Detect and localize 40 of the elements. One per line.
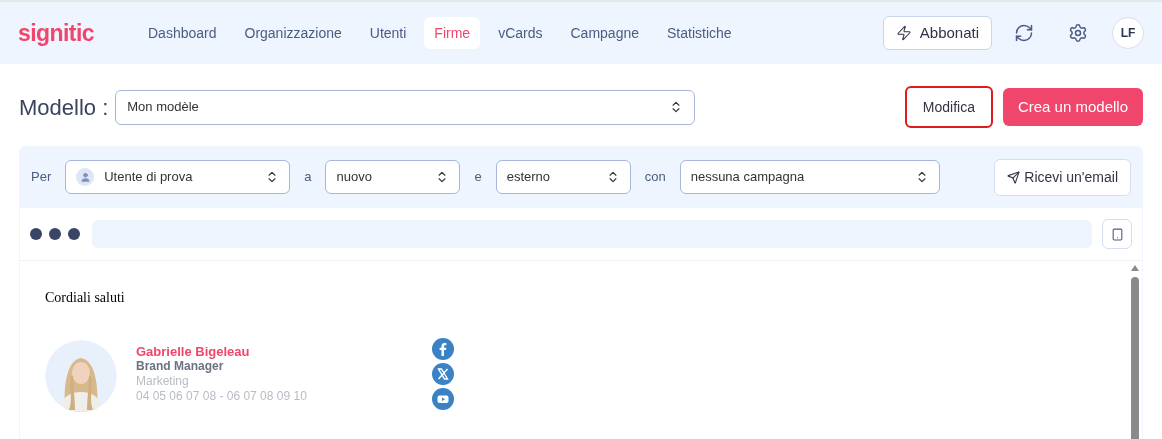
tablet-icon [1110, 227, 1124, 241]
filter-label: con [644, 168, 666, 187]
signature-title: Brand Manager [136, 359, 225, 374]
scrollbar-thumb[interactable] [1131, 277, 1139, 439]
scroll-up-icon[interactable] [1131, 265, 1139, 271]
filter-select[interactable]: esterno [495, 160, 631, 194]
create-template-button[interactable]: Crea un modello [1002, 88, 1143, 126]
device-toggle-button[interactable] [1102, 219, 1132, 249]
subscribe-button[interactable]: Abbonati [882, 16, 992, 50]
filter-label: Per [31, 168, 52, 187]
lightning-icon [895, 25, 912, 41]
nav-tab[interactable]: Statistiche [657, 17, 742, 49]
nav-tab[interactable]: vCards [488, 17, 553, 49]
youtube-icon[interactable] [432, 388, 454, 410]
nav-tab[interactable]: Dashboard [138, 17, 227, 49]
nav-tab[interactable]: Campagne [560, 17, 649, 49]
send-icon [1007, 170, 1021, 184]
filter-label: e [474, 168, 482, 187]
filter-label: a [304, 168, 312, 187]
nav-tab[interactable]: Firme [424, 17, 481, 49]
user-icon [76, 168, 95, 186]
greeting-text: Cordiali saluti [45, 289, 126, 307]
settings-icon[interactable] [1068, 23, 1088, 43]
template-select[interactable]: Mon modèle [115, 89, 696, 125]
edit-button[interactable]: Modifica [904, 86, 993, 128]
template-label: Modello : [19, 93, 109, 122]
signature-phone: 04 05 06 07 08 - 06 07 08 09 10 [136, 389, 308, 404]
signature-name: Gabrielle Bigeleau [136, 344, 251, 359]
refresh-icon[interactable] [1014, 23, 1034, 43]
window-dots-icon [30, 228, 80, 240]
nav-tab[interactable]: Organizzazione [234, 17, 352, 49]
signature-department: Marketing [136, 374, 190, 389]
nav-tab[interactable]: Utenti [359, 17, 417, 49]
email-button[interactable]: Ricevi un'email [994, 158, 1131, 196]
facebook-icon[interactable] [432, 338, 454, 360]
user-avatar[interactable]: LF [1112, 17, 1144, 49]
x-icon[interactable] [432, 363, 454, 385]
filter-select[interactable]: nessuna campagna [679, 160, 940, 194]
filter-select[interactable]: Utente di prova [65, 160, 291, 194]
filter-select[interactable]: nuovo [325, 160, 461, 194]
